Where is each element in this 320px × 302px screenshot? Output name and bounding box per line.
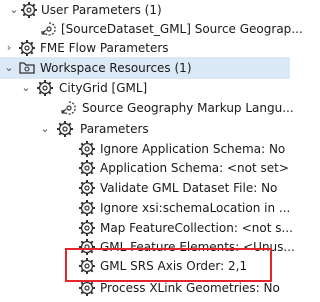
tree-item-label: GML Feature Elements: <Unus... xyxy=(100,240,295,254)
reader-gear-icon xyxy=(36,79,54,97)
chevron-right-icon[interactable]: › xyxy=(3,41,15,55)
tree-item-label: [SourceDataset_GML] Source Geograp... xyxy=(61,22,303,36)
parameter-gear-icon xyxy=(78,179,96,197)
tree-item-label: GML SRS Axis Order: 2,1 xyxy=(100,259,248,273)
chevron-down-icon[interactable]: ⌄ xyxy=(39,122,51,136)
workspace-resources-icon xyxy=(18,59,36,77)
tree-item-label: Application Schema: <not set> xyxy=(100,161,289,175)
tree-item-ignore-xsi-schemalocation[interactable]: Ignore xsi:schemaLocation in ... xyxy=(0,197,290,219)
tree-item-fme-flow-parameters[interactable]: › FME Flow Parameters xyxy=(0,37,290,59)
tree-item-label: User Parameters (1) xyxy=(41,3,162,17)
tree-item-label: Workspace Resources (1) xyxy=(40,61,192,75)
tree-item-label: Source Geography Markup Langu... xyxy=(82,101,294,115)
tree-item-source-geography[interactable]: Source Geography Markup Langu... xyxy=(0,97,294,119)
tree-item-label: Map FeatureCollection: <not s... xyxy=(100,221,293,235)
tree-item-application-schema[interactable]: Application Schema: <not set> xyxy=(0,157,290,179)
tree-item-label: Ignore xsi:schemaLocation in ... xyxy=(100,201,291,215)
tree-item-label: CityGrid [GML] xyxy=(59,81,148,95)
tree-item-workspace-resources[interactable]: ⌄ Workspace Resources (1) xyxy=(0,57,290,79)
parameters-gear-icon xyxy=(56,120,74,138)
tree-item-process-xlink-geometries[interactable]: Process XLink Geometries: No xyxy=(0,277,290,299)
chevron-down-icon[interactable]: ⌄ xyxy=(3,61,15,75)
navigator-tree: ⌄ User Parameters (1) [SourceDataset_GML… xyxy=(0,0,303,302)
chevron-down-icon[interactable]: ⌄ xyxy=(8,3,20,17)
tree-item-gml-srs-axis-order[interactable]: GML SRS Axis Order: 2,1 xyxy=(0,255,290,277)
tree-item-label: Process XLink Geometries: No xyxy=(100,281,280,295)
parameter-gear-icon xyxy=(78,159,96,177)
parameter-gear-icon xyxy=(78,279,96,297)
parameters-gear-icon xyxy=(18,39,36,57)
source-parameter-icon xyxy=(60,99,78,117)
parameter-gear-icon xyxy=(78,238,96,256)
tree-item-validate-gml[interactable]: Validate GML Dataset File: No xyxy=(0,177,290,199)
tree-item-label: FME Flow Parameters xyxy=(40,41,169,55)
parameters-gear-icon xyxy=(20,1,38,19)
tree-item-label: Validate GML Dataset File: No xyxy=(100,181,278,195)
tree-item-label: Ignore Application Schema: No xyxy=(100,142,286,156)
chevron-down-icon[interactable]: ⌄ xyxy=(20,81,32,95)
parameter-gear-icon xyxy=(78,257,96,275)
parameter-gear-icon xyxy=(78,140,96,158)
source-dataset-parameter-icon xyxy=(40,20,58,38)
parameter-gear-icon xyxy=(78,219,96,237)
tree-item-label: Parameters xyxy=(80,122,149,136)
tree-item-parameters[interactable]: ⌄ Parameters xyxy=(0,118,290,140)
parameter-gear-icon xyxy=(78,199,96,217)
tree-item-citygrid-gml[interactable]: ⌄ CityGrid [GML] xyxy=(0,77,290,99)
